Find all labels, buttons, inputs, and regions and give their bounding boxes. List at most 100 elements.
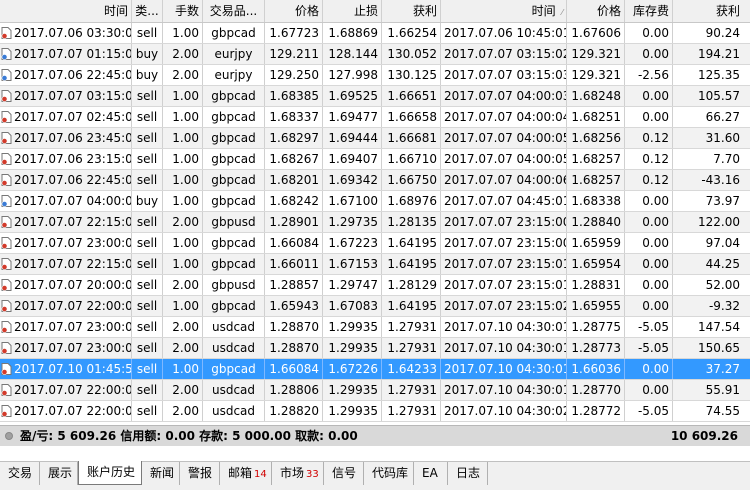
table-row[interactable]: 2017.07.06 23:15:01 sell 1.00 gbpcad 1.68267…	[0, 149, 750, 170]
cell-open-time: 2017.07.07 03:15:01	[0, 86, 132, 106]
col-symbol[interactable]: 交易品...	[203, 0, 265, 22]
table-row[interactable]: 2017.07.07 22:00:01 sell 1.00 gbpcad 1.65943…	[0, 296, 750, 317]
table-row[interactable]: 2017.07.06 23:45:00 sell 1.00 gbpcad 1.68297…	[0, 128, 750, 149]
table-row[interactable]: 2017.07.07 23:00:01 sell 1.00 gbpcad 1.66084…	[0, 233, 750, 254]
cell-close-price: 1.28770	[567, 380, 625, 400]
tab-8[interactable]: 代码库	[364, 462, 414, 485]
cell-type: sell	[132, 359, 163, 379]
tab-label: 信号	[332, 466, 357, 480]
cell-size: 2.00	[163, 275, 203, 295]
table-row[interactable]: 2017.07.07 23:00:01 sell 2.00 usdcad 1.28870…	[0, 317, 750, 338]
cell-profit: 74.55	[705, 404, 740, 418]
tab-6[interactable]: 市场 33	[272, 462, 324, 485]
table-row[interactable]: 2017.07.07 22:15:01 sell 2.00 gbpusd 1.28901…	[0, 212, 750, 233]
cell-swap: -5.05	[625, 338, 673, 358]
cell-size: 1.00	[163, 233, 203, 253]
cell-price: 1.68267	[265, 149, 323, 169]
table-row[interactable]: 2017.07.07 02:45:02 sell 1.00 gbpcad 1.68337…	[0, 107, 750, 128]
col-close-price[interactable]: 价格	[567, 0, 625, 22]
buy-order-icon	[1, 69, 12, 81]
cell-tp: 1.27931	[382, 317, 441, 337]
col-sl[interactable]: 止损	[323, 0, 382, 22]
cell-tp: 1.64195	[382, 233, 441, 253]
cell-symbol: usdcad	[203, 338, 265, 358]
table-row[interactable]: 2017.07.07 22:15:00 sell 1.00 gbpcad 1.66011…	[0, 254, 750, 275]
tab-4[interactable]: 警报	[180, 462, 220, 485]
cell-close-price: 1.28775	[567, 317, 625, 337]
cell-price: 1.28820	[265, 401, 323, 421]
cell-sl: 1.67153	[323, 254, 382, 274]
cell-price: 1.68337	[265, 107, 323, 127]
tab-9[interactable]: EA	[414, 462, 448, 485]
tab-0[interactable]: 交易	[0, 462, 40, 485]
summary-bullet-icon	[5, 432, 13, 440]
cell-swap: 0.00	[625, 254, 673, 274]
sell-order-icon	[1, 90, 12, 102]
table-row[interactable]: 2017.07.06 03:30:01 sell 1.00 gbpcad 1.67723…	[0, 23, 750, 44]
cell-tp: 1.66710	[382, 149, 441, 169]
cell-size: 1.00	[163, 23, 203, 43]
table-row[interactable]: 2017.07.07 23:00:01 sell 2.00 usdcad 1.28870…	[0, 338, 750, 359]
table-row[interactable]: 2017.07.10 01:45:59 sell 1.00 gbpcad 1.66084…	[0, 359, 750, 380]
col-profit[interactable]: 获利	[673, 0, 750, 22]
cell-price: 129.250	[265, 65, 323, 85]
table-row[interactable]: 2017.07.06 22:45:00 sell 1.00 gbpcad 1.68201…	[0, 170, 750, 191]
cell-type: sell	[132, 401, 163, 421]
table-row[interactable]: 2017.07.07 03:15:01 sell 1.00 gbpcad 1.68385…	[0, 86, 750, 107]
tab-2[interactable]: 账户历史	[78, 461, 142, 485]
tab-5[interactable]: 邮箱 14	[220, 462, 272, 485]
table-row[interactable]: 2017.07.07 20:00:01 sell 2.00 gbpusd 1.28857…	[0, 275, 750, 296]
cell-type: buy	[132, 65, 163, 85]
col-tp[interactable]: 获利	[382, 0, 441, 22]
sort-indicator-icon: ⁄	[561, 8, 563, 17]
cell-open-time: 2017.07.06 23:15:01	[0, 149, 132, 169]
cell-close-price: 1.28772	[567, 401, 625, 421]
cell-close-time: 2017.07.10 04:30:01	[441, 380, 567, 400]
tab-7[interactable]: 信号	[324, 462, 364, 485]
summary-total: 10 609.26	[670, 429, 738, 443]
cell-size: 2.00	[163, 44, 203, 64]
cell-size: 2.00	[163, 338, 203, 358]
col-size[interactable]: 手数	[163, 0, 203, 22]
cell-profit: 90.24	[705, 26, 740, 40]
tab-1[interactable]: 展示	[40, 462, 78, 485]
table-row[interactable]: 2017.07.07 22:00:01 sell 2.00 usdcad 1.28806…	[0, 380, 750, 401]
cell-price: 1.68297	[265, 128, 323, 148]
cell-sl: 1.67083	[323, 296, 382, 316]
cell-tp: 1.64233	[382, 359, 441, 379]
table-row[interactable]: 2017.07.07 01:15:01 buy 2.00 eurjpy 129.211 1…	[0, 44, 750, 65]
cell-close-time: 2017.07.07 03:15:02	[441, 44, 567, 64]
cell-price: 1.28870	[265, 317, 323, 337]
col-open-time[interactable]: 时间	[0, 0, 132, 22]
tab-10[interactable]: 日志	[448, 462, 488, 485]
cell-swap: 0.00	[625, 380, 673, 400]
cell-size: 1.00	[163, 170, 203, 190]
table-row[interactable]: 2017.07.07 22:00:01 sell 2.00 usdcad 1.28820…	[0, 401, 750, 422]
cell-close-price: 1.66036	[567, 359, 625, 379]
summary-bar: 盈/亏: 5 609.26 信用额: 0.00 存款: 5 000.00 取款:…	[0, 425, 750, 446]
cell-close-price: 1.67606	[567, 23, 625, 43]
cell-symbol: gbpcad	[203, 170, 265, 190]
col-type[interactable]: 类...	[132, 0, 163, 22]
cell-sl: 1.69342	[323, 170, 382, 190]
cell-size: 2.00	[163, 401, 203, 421]
col-swap[interactable]: 库存费	[625, 0, 673, 22]
cell-open-time: 2017.07.06 03:30:01	[0, 23, 132, 43]
cell-type: sell	[132, 86, 163, 106]
cell-profit: 7.70	[713, 152, 740, 166]
col-close-time[interactable]: 时间 ⁄	[441, 0, 567, 22]
tab-label: 警报	[188, 466, 213, 480]
cell-close-price: 1.68257	[567, 170, 625, 190]
cell-type: sell	[132, 233, 163, 253]
tab-badge: 33	[306, 469, 319, 480]
table-row[interactable]: 2017.07.07 04:00:01 buy 1.00 gbpcad 1.68242 1…	[0, 191, 750, 212]
table-row[interactable]: 2017.07.06 22:45:00 buy 2.00 eurjpy 129.250 1…	[0, 65, 750, 86]
buy-order-icon	[1, 48, 12, 60]
tab-3[interactable]: 新闻	[142, 462, 180, 485]
sell-order-icon	[1, 279, 12, 291]
cell-sl: 1.29935	[323, 401, 382, 421]
sell-order-icon	[1, 384, 12, 396]
col-price[interactable]: 价格	[265, 0, 323, 22]
cell-price: 1.66084	[265, 359, 323, 379]
cell-open-time: 2017.07.06 22:45:00	[0, 170, 132, 190]
